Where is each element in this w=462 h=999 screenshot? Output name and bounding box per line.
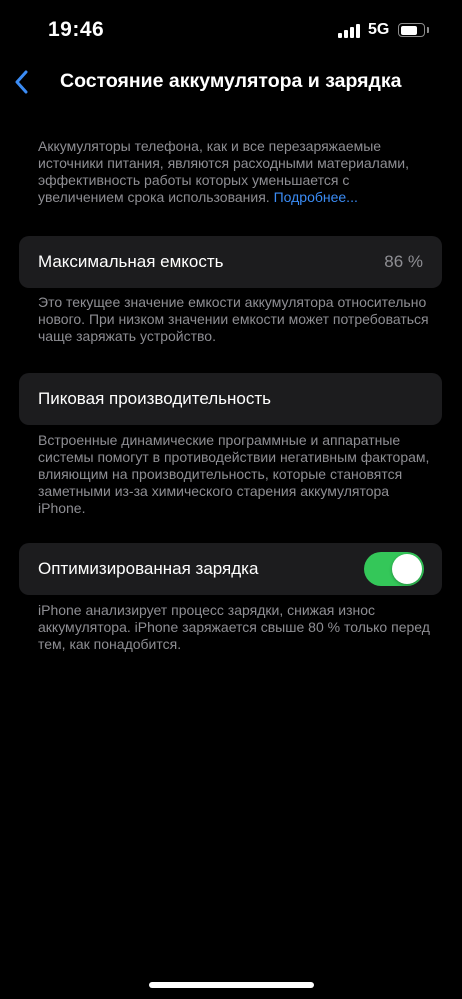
battery-icon: [398, 23, 425, 37]
optimized-charging-cell: Оптимизированная зарядка: [19, 543, 442, 595]
peak-performance-cell: Пиковая производительность: [19, 373, 442, 425]
cellular-signal-icon: [338, 24, 362, 38]
intro-description: Аккумуляторы телефона, как и все перезар…: [38, 138, 428, 206]
home-indicator[interactable]: [149, 982, 314, 988]
navigation-bar: Состояние аккумулятора и зарядка: [0, 60, 462, 104]
battery-tip: [427, 27, 429, 33]
status-time: 19:46: [48, 18, 105, 41]
page-title: Состояние аккумулятора и зарядка: [60, 70, 402, 92]
max-capacity-label: Максимальная емкость: [38, 252, 224, 271]
optimized-charging-toggle[interactable]: [364, 552, 424, 586]
status-bar: 19:46 5G: [0, 0, 462, 60]
network-type: 5G: [368, 21, 390, 38]
battery-fill: [400, 25, 417, 35]
optimized-charging-footer: iPhone анализирует процесс зарядки, сниж…: [38, 602, 430, 652]
optimized-charging-label: Оптимизированная зарядка: [38, 559, 259, 578]
learn-more-link[interactable]: Подробнее...: [274, 189, 358, 205]
max-capacity-value: 86 %: [384, 252, 423, 271]
peak-performance-label: Пиковая производительность: [38, 389, 272, 408]
back-button[interactable]: [6, 64, 36, 100]
max-capacity-footer: Это текущее значение емкости аккумулятор…: [38, 294, 429, 344]
max-capacity-cell: Максимальная емкость 86 %: [19, 236, 442, 288]
toggle-knob: [392, 554, 422, 584]
chevron-left-icon: [15, 70, 28, 94]
peak-performance-footer: Встроенные динамические программные и ап…: [38, 432, 430, 516]
